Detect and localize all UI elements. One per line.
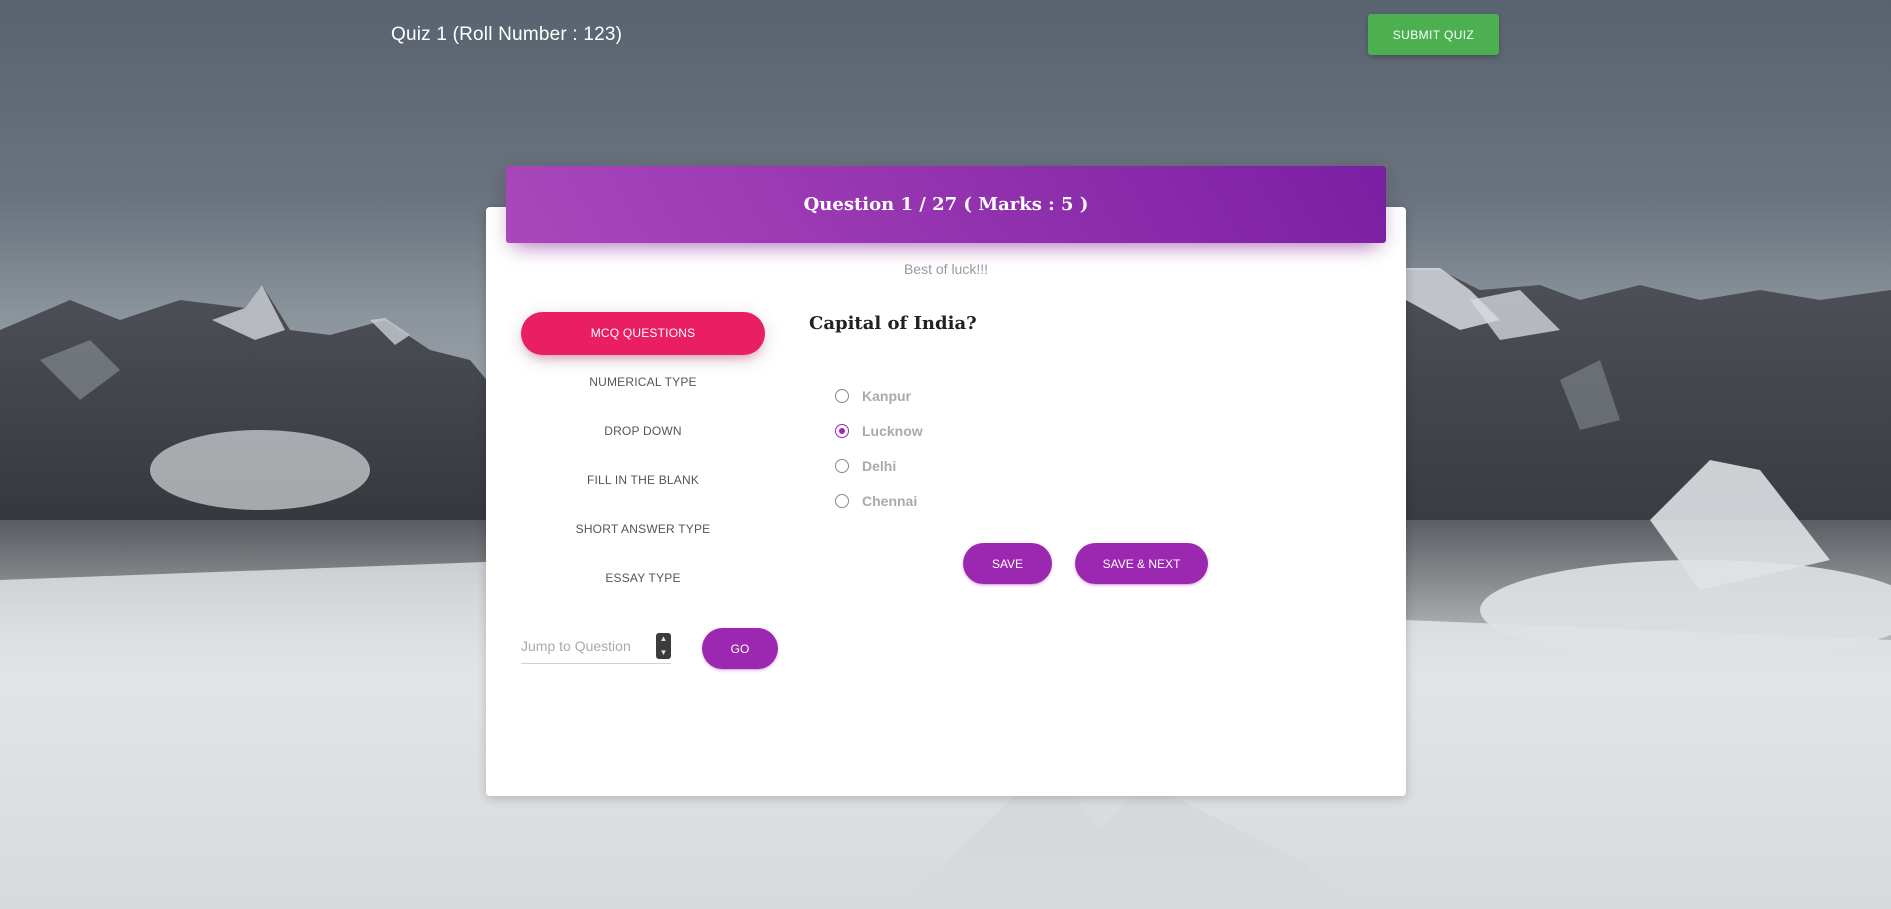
tab-mcq-questions[interactable]: MCQ QUESTIONS bbox=[521, 312, 765, 355]
question-type-nav: MCQ QUESTIONS NUMERICAL TYPE DROP DOWN F… bbox=[521, 312, 765, 606]
option-label: Kanpur bbox=[862, 387, 911, 404]
question-counter-title: Question 1 / 27 ( Marks : 5 ) bbox=[803, 194, 1089, 215]
option-lucknow[interactable]: Lucknow bbox=[835, 413, 923, 448]
save-and-next-button[interactable]: SAVE & NEXT bbox=[1075, 543, 1208, 584]
option-kanpur[interactable]: Kanpur bbox=[835, 378, 923, 413]
tab-numerical-type[interactable]: NUMERICAL TYPE bbox=[521, 361, 765, 404]
go-button[interactable]: GO bbox=[702, 628, 778, 669]
jump-to-question-input[interactable] bbox=[521, 633, 651, 659]
save-button[interactable]: SAVE bbox=[963, 543, 1052, 584]
jump-to-question-field: ▲ ▼ bbox=[521, 631, 671, 664]
option-label: Lucknow bbox=[862, 422, 923, 439]
spinner-down-icon[interactable]: ▼ bbox=[660, 647, 668, 659]
tab-fill-in-the-blank[interactable]: FILL IN THE BLANK bbox=[521, 459, 765, 502]
radio-icon[interactable] bbox=[835, 493, 849, 508]
answer-options: Kanpur Lucknow Delhi Chennai bbox=[835, 378, 923, 518]
tab-essay-type[interactable]: ESSAY TYPE bbox=[521, 557, 765, 600]
option-chennai[interactable]: Chennai bbox=[835, 483, 923, 518]
spinner-up-icon[interactable]: ▲ bbox=[660, 633, 668, 645]
radio-icon[interactable] bbox=[835, 458, 849, 473]
option-label: Chennai bbox=[862, 492, 918, 509]
tab-drop-down[interactable]: DROP DOWN bbox=[521, 410, 765, 453]
tab-short-answer-type[interactable]: SHORT ANSWER TYPE bbox=[521, 508, 765, 551]
option-delhi[interactable]: Delhi bbox=[835, 448, 923, 483]
question-text: Capital of India? bbox=[809, 313, 977, 334]
option-label: Delhi bbox=[862, 457, 897, 474]
radio-icon[interactable] bbox=[835, 388, 849, 403]
card-subtitle: Best of luck!!! bbox=[903, 261, 989, 277]
card-header: Question 1 / 27 ( Marks : 5 ) bbox=[506, 166, 1386, 243]
quiz-title: Quiz 1 (Roll Number : 123) bbox=[391, 24, 623, 45]
submit-quiz-button[interactable]: SUBMIT QUIZ bbox=[1368, 14, 1499, 55]
number-spinner[interactable]: ▲ ▼ bbox=[656, 633, 671, 659]
radio-selected-icon[interactable] bbox=[835, 423, 849, 438]
